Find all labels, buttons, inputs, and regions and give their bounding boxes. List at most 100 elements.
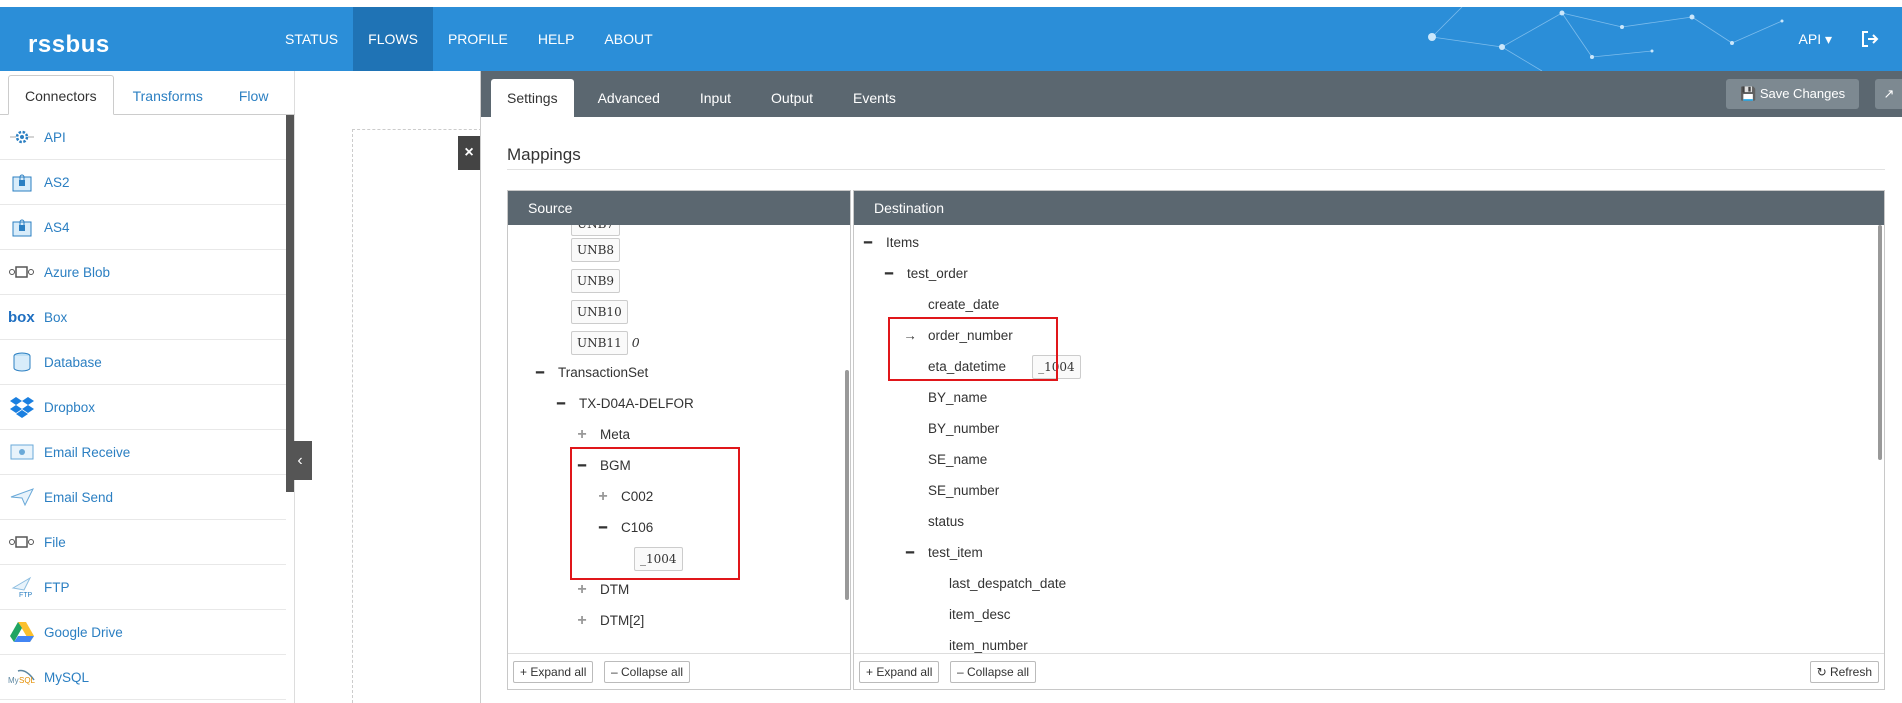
collapse-icon[interactable]: ━ bbox=[860, 230, 876, 256]
tree-node[interactable]: item_desc bbox=[949, 602, 1011, 628]
node-label: last_despatch_date bbox=[949, 576, 1067, 591]
tab-input[interactable]: Input bbox=[684, 79, 747, 117]
tree-node[interactable]: last_despatch_date bbox=[949, 571, 1066, 597]
tab-advanced[interactable]: Advanced bbox=[582, 79, 676, 117]
tree-node[interactable]: UNB10 bbox=[571, 299, 628, 325]
connector-item-google-drive[interactable]: Google Drive bbox=[0, 610, 286, 655]
connector-item-dropbox[interactable]: Dropbox bbox=[0, 385, 286, 430]
nav-about[interactable]: ABOUT bbox=[589, 7, 667, 71]
email-receive-icon bbox=[8, 440, 36, 464]
tree-node[interactable]: UNB11 0 bbox=[571, 330, 640, 356]
connector-item-database[interactable]: Database bbox=[0, 340, 286, 385]
connector-item-mysql[interactable]: My SQL MySQL bbox=[0, 655, 286, 700]
collapse-icon[interactable]: ━ bbox=[532, 360, 548, 386]
collapse-all-button[interactable]: – Collapse all bbox=[950, 661, 1037, 683]
connector-label: Database bbox=[44, 354, 102, 370]
connector-label: Box bbox=[44, 309, 68, 325]
connector-item-azure-blob[interactable]: Azure Blob bbox=[0, 250, 286, 295]
tree-node[interactable]: SE_name bbox=[928, 447, 987, 473]
collapse-all-label: Collapse all bbox=[621, 665, 684, 679]
connectors-sidebar: Connectors Transforms Flow API AS2 AS4 A… bbox=[0, 71, 295, 703]
tree-node[interactable]: ━ TX-D04A-DELFOR bbox=[553, 391, 694, 417]
plus-icon: + bbox=[520, 665, 531, 679]
field-chip[interactable]: UNB8 bbox=[571, 238, 621, 262]
field-chip[interactable]: UNB9 bbox=[571, 269, 621, 293]
tab-transforms[interactable]: Transforms bbox=[116, 75, 220, 115]
tree-node[interactable]: ━ test_order bbox=[881, 261, 968, 287]
collapse-all-button[interactable]: – Collapse all bbox=[604, 661, 691, 683]
destination-scrollbar[interactable] bbox=[1878, 225, 1882, 460]
expand-icon[interactable]: + bbox=[574, 577, 590, 603]
expand-icon[interactable]: + bbox=[574, 608, 590, 634]
expand-all-button[interactable]: + Expand all bbox=[513, 661, 594, 683]
highlight-box bbox=[570, 447, 740, 580]
connector-item-api[interactable]: API bbox=[0, 115, 286, 160]
connector-item-file[interactable]: File bbox=[0, 520, 286, 565]
tree-node[interactable]: UNB7 bbox=[571, 225, 621, 237]
tree-node[interactable]: item_number bbox=[949, 633, 1028, 653]
node-label: item_desc bbox=[949, 607, 1011, 622]
connector-item-box[interactable]: box Box bbox=[0, 295, 286, 340]
tree-node[interactable]: BY_name bbox=[928, 385, 987, 411]
tree-node[interactable]: ━ test_item bbox=[902, 540, 983, 566]
field-chip[interactable]: UNB10 bbox=[571, 300, 628, 324]
node-label: test_item bbox=[928, 545, 983, 560]
field-chip[interactable]: UNB7 bbox=[571, 225, 621, 236]
tab-output[interactable]: Output bbox=[755, 79, 829, 117]
dropbox-icon bbox=[8, 395, 36, 419]
azure-blob-icon bbox=[8, 260, 36, 284]
popout-icon[interactable]: ↗ bbox=[1875, 79, 1902, 109]
collapse-icon[interactable]: ━ bbox=[553, 391, 569, 417]
field-chip[interactable]: UNB11 bbox=[571, 331, 628, 355]
node-label: TransactionSet bbox=[558, 365, 649, 380]
tab-connectors[interactable]: Connectors bbox=[8, 75, 114, 115]
expand-all-button[interactable]: + Expand all bbox=[859, 661, 940, 683]
tree-node[interactable]: BY_number bbox=[928, 416, 999, 442]
connector-item-email-receive[interactable]: Email Receive bbox=[0, 430, 286, 475]
collapse-icon[interactable]: ━ bbox=[881, 261, 897, 287]
connector-item-as2[interactable]: AS2 bbox=[0, 160, 286, 205]
nav-help[interactable]: HELP bbox=[523, 7, 590, 71]
nav-status[interactable]: STATUS bbox=[270, 7, 353, 71]
tree-node[interactable]: UNB8 bbox=[571, 237, 621, 263]
tree-node[interactable]: create_date bbox=[928, 292, 999, 318]
rssbus-logo[interactable]: rssbus bbox=[28, 31, 110, 59]
refresh-icon: ↻ bbox=[1816, 665, 1830, 679]
connector-label: Azure Blob bbox=[44, 264, 111, 280]
tab-flow[interactable]: Flow bbox=[222, 75, 286, 115]
node-label: DTM bbox=[600, 582, 630, 597]
connector-label: FTP bbox=[44, 579, 70, 595]
highlight-box bbox=[888, 317, 1058, 381]
minus-icon: – bbox=[957, 665, 968, 679]
connector-item-ftp[interactable]: FTP FTP bbox=[0, 565, 286, 610]
tree-node[interactable]: + DTM[2] bbox=[574, 608, 644, 634]
logout-icon[interactable] bbox=[1860, 29, 1880, 49]
tree-node[interactable]: + Meta bbox=[574, 422, 630, 448]
tab-settings[interactable]: Settings bbox=[491, 79, 574, 117]
refresh-button[interactable]: ↻ Refresh bbox=[1809, 661, 1879, 683]
connector-item-email-send[interactable]: Email Send bbox=[0, 475, 286, 520]
expand-icon[interactable]: + bbox=[574, 422, 590, 448]
tree-node[interactable]: ━ Items bbox=[860, 230, 919, 256]
tree-node[interactable]: SE_number bbox=[928, 478, 999, 504]
save-changes-button[interactable]: 💾 Save Changes bbox=[1726, 79, 1860, 109]
tab-events[interactable]: Events bbox=[837, 79, 912, 117]
source-tree[interactable]: UNB7 UNB8 UNB9 UNB10 UNB110 ━ Transaction… bbox=[508, 225, 850, 653]
source-scrollbar[interactable] bbox=[845, 370, 849, 600]
tree-node[interactable]: + DTM bbox=[574, 577, 629, 603]
connector-item-as4[interactable]: AS4 bbox=[0, 205, 286, 250]
sidebar-scrollbar[interactable] bbox=[286, 115, 294, 492]
close-panel-button[interactable]: × bbox=[458, 136, 480, 170]
collapse-icon[interactable]: ━ bbox=[902, 540, 918, 566]
api-dropdown[interactable]: API ▾ bbox=[1799, 7, 1832, 71]
nav-flows[interactable]: FLOWS bbox=[353, 7, 433, 71]
collapse-sidebar-button[interactable]: ‹ bbox=[288, 441, 312, 480]
connector-label: Email Send bbox=[44, 489, 114, 505]
nav-profile[interactable]: PROFILE bbox=[433, 7, 523, 71]
destination-footer: + Expand all – Collapse all ↻ Refresh bbox=[854, 653, 1884, 689]
svg-text:SQL: SQL bbox=[19, 676, 36, 685]
destination-tree[interactable]: ━ Items ━ test_order create_date → order_nu… bbox=[854, 225, 1884, 653]
tree-node[interactable]: UNB9 bbox=[571, 268, 621, 294]
tree-node[interactable]: status bbox=[928, 509, 964, 535]
tree-node[interactable]: ━ TransactionSet bbox=[532, 360, 648, 386]
